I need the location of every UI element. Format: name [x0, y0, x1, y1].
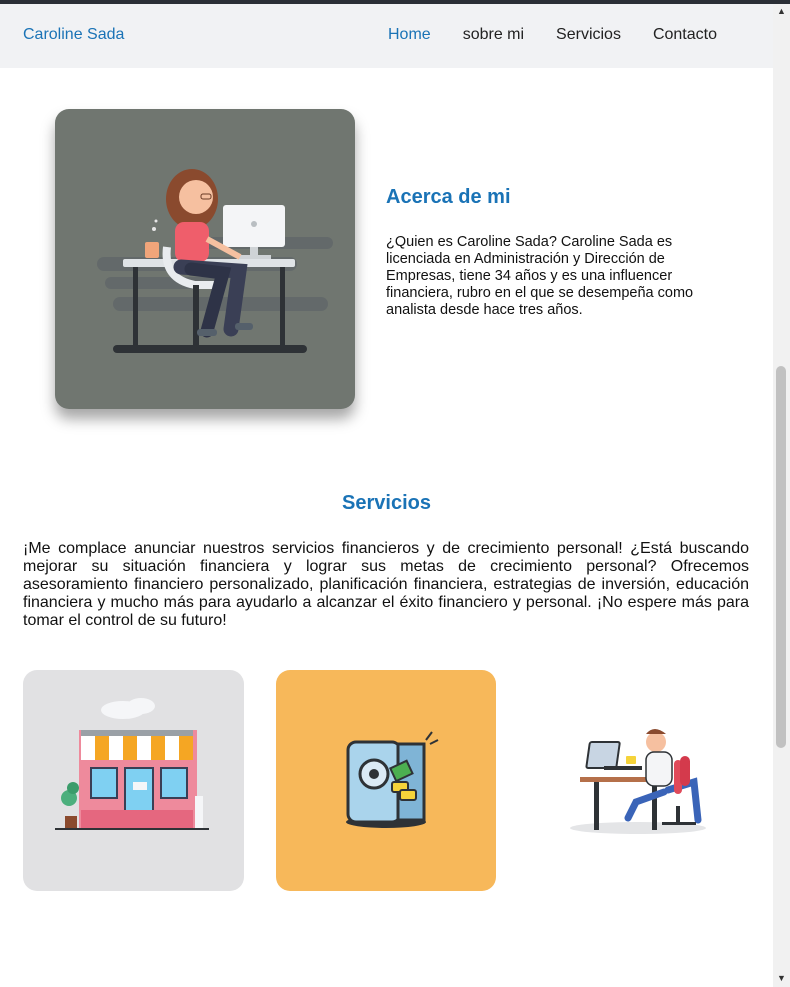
navbar: Caroline Sada Home sobre mi Servicios Co…	[0, 4, 773, 68]
nav-link-servicios[interactable]: Servicios	[556, 26, 621, 44]
service-card-worker	[528, 670, 749, 891]
services-text: ¡Me complace anunciar nuestros servicios…	[23, 540, 749, 629]
service-card-safe	[276, 670, 496, 891]
about-text: ¿Quien es Caroline Sada? Caroline Sada e…	[386, 234, 694, 318]
nav-link-sobre-mi[interactable]: sobre mi	[463, 26, 524, 44]
scrollbar-thumb[interactable]	[776, 366, 786, 748]
brand-link[interactable]: Caroline Sada	[23, 26, 124, 44]
vertical-scrollbar[interactable]: ▲ ▼	[773, 4, 790, 987]
scroll-down-arrow-icon[interactable]: ▼	[777, 973, 786, 983]
services-title: Servicios	[342, 492, 431, 514]
service-card-store	[23, 670, 244, 891]
nav-link-contacto[interactable]: Contacto	[653, 26, 717, 44]
about-illustration	[55, 109, 355, 409]
main-nav: Home sobre mi Servicios Contacto	[388, 26, 717, 44]
scroll-up-arrow-icon[interactable]: ▲	[777, 6, 786, 16]
about-title: Acerca de mi	[386, 186, 511, 208]
nav-link-home[interactable]: Home	[388, 26, 431, 44]
